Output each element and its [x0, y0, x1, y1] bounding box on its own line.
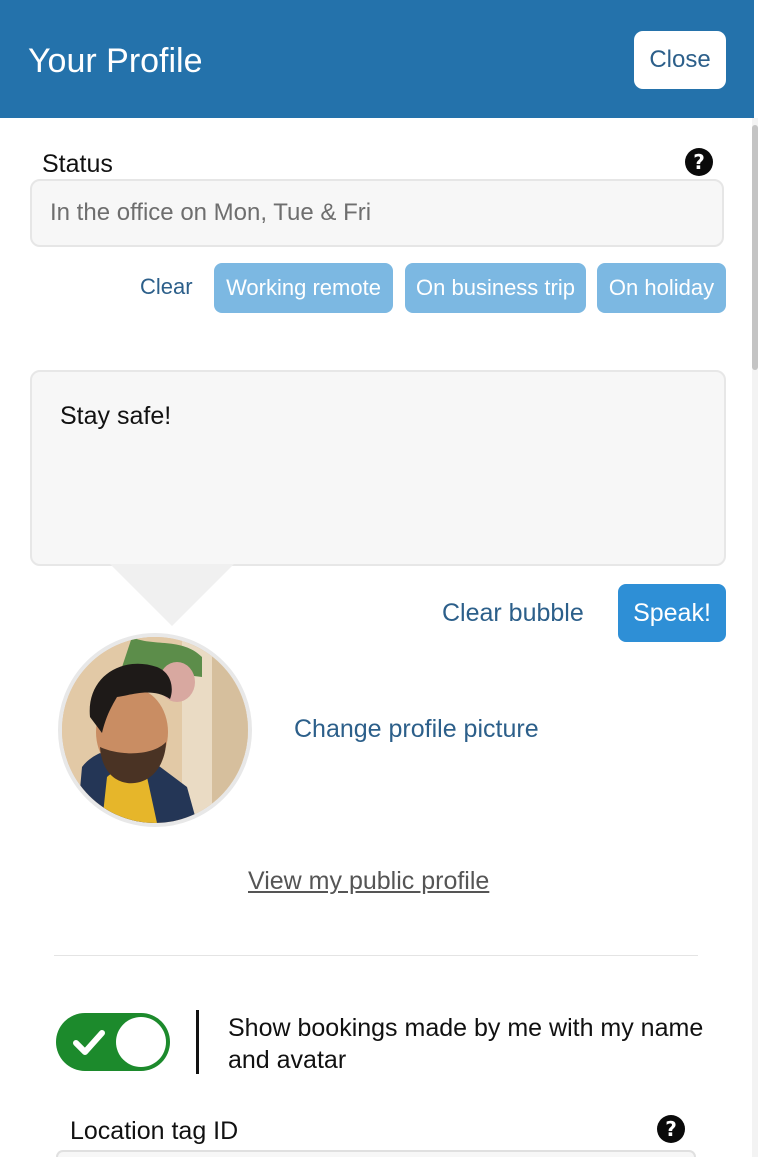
close-button[interactable]: Close: [634, 31, 726, 89]
speak-button[interactable]: Speak!: [618, 584, 726, 642]
clear-status-link[interactable]: Clear: [140, 272, 193, 302]
avatar: [58, 633, 252, 827]
status-input[interactable]: [30, 179, 724, 247]
section-divider: [54, 955, 698, 956]
scrollbar-thumb[interactable]: [752, 125, 758, 370]
check-icon: [73, 1030, 105, 1055]
avatar-photo: [62, 637, 248, 823]
status-label: Status: [42, 150, 113, 178]
question-circle-icon[interactable]: ?: [685, 148, 713, 176]
toggle-separator: [196, 1010, 199, 1074]
speech-bubble-input[interactable]: Stay safe!: [30, 370, 726, 566]
window-edge: [754, 0, 758, 118]
show-bookings-label: Show bookings made by me with my name an…: [228, 1014, 704, 1074]
profile-header: Your Profile Close: [0, 0, 754, 118]
clear-bubble-link[interactable]: Clear bubble: [442, 598, 584, 628]
status-preset-working-remote[interactable]: Working remote: [214, 263, 393, 313]
toggle-knob: [116, 1017, 166, 1067]
status-preset-business-trip[interactable]: On business trip: [405, 263, 586, 313]
status-preset-holiday[interactable]: On holiday: [597, 263, 726, 313]
location-tag-input[interactable]: [56, 1150, 696, 1157]
page-title: Your Profile: [28, 42, 203, 80]
speech-bubble-tail: [110, 564, 234, 626]
change-profile-picture-link[interactable]: Change profile picture: [294, 714, 539, 744]
question-circle-icon[interactable]: ?: [657, 1115, 685, 1143]
view-public-profile-link[interactable]: View my public profile: [248, 866, 489, 896]
show-bookings-toggle[interactable]: [56, 1013, 170, 1071]
location-tag-label: Location tag ID: [70, 1117, 239, 1145]
